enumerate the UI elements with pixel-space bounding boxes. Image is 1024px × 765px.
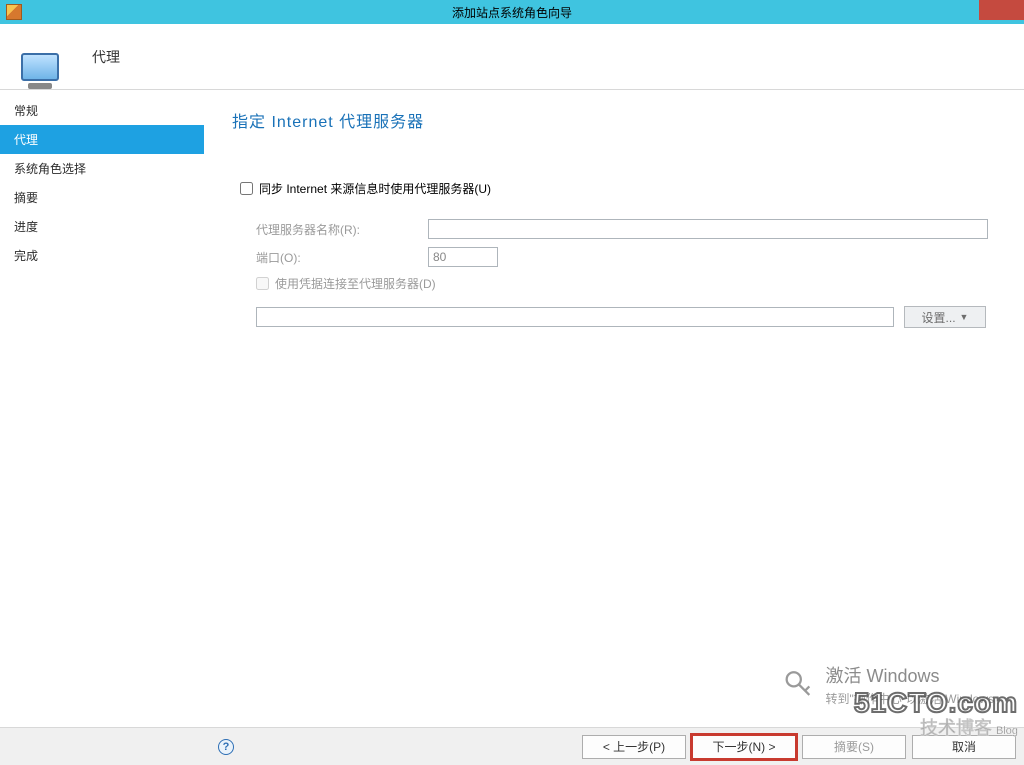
settings-button-label: 设置...	[922, 309, 956, 326]
computer-icon	[16, 33, 64, 81]
use-proxy-label: 同步 Internet 来源信息时使用代理服务器(U)	[259, 180, 491, 197]
window-title: 添加站点系统角色向导	[452, 4, 572, 21]
sidebar-item-progress[interactable]: 进度	[0, 212, 204, 241]
content-panel: 指定 Internet 代理服务器 同步 Internet 来源信息时使用代理服…	[204, 90, 1024, 727]
sidebar: 常规 代理 系统角色选择 摘要 进度 完成	[0, 90, 204, 727]
credentials-row: 设置... ▼	[256, 306, 996, 328]
sidebar-item-label: 进度	[14, 220, 38, 234]
page-title: 代理	[92, 47, 120, 67]
sidebar-item-label: 常规	[14, 104, 38, 118]
content-heading: 指定 Internet 代理服务器	[232, 108, 996, 132]
proxy-name-label: 代理服务器名称(R):	[256, 221, 428, 238]
previous-button[interactable]: < 上一步(P)	[582, 735, 686, 759]
sidebar-item-label: 摘要	[14, 191, 38, 205]
close-button[interactable]	[979, 0, 1024, 20]
use-proxy-checkbox[interactable]	[240, 182, 253, 195]
summary-button[interactable]: 摘要(S)	[802, 735, 906, 759]
sidebar-item-proxy[interactable]: 代理	[0, 125, 204, 154]
titlebar: 添加站点系统角色向导	[0, 0, 1024, 24]
key-icon	[781, 668, 815, 702]
main-area: 常规 代理 系统角色选择 摘要 进度 完成 指定 Internet 代理服务器 …	[0, 90, 1024, 727]
next-button[interactable]: 下一步(N) >	[692, 735, 796, 759]
port-label: 端口(O):	[256, 249, 428, 266]
proxy-fields: 代理服务器名称(R): 端口(O): 使用凭据连接至代理服务器(D)	[256, 219, 996, 292]
sidebar-item-complete[interactable]: 完成	[0, 241, 204, 270]
sidebar-item-general[interactable]: 常规	[0, 96, 204, 125]
sidebar-item-role-selection[interactable]: 系统角色选择	[0, 154, 204, 183]
proxy-name-input[interactable]	[428, 219, 988, 239]
cancel-button-label: 取消	[952, 738, 976, 755]
credentials-input[interactable]	[256, 307, 894, 327]
sidebar-item-label: 完成	[14, 249, 38, 263]
use-credentials-label: 使用凭据连接至代理服务器(D)	[275, 275, 436, 292]
sidebar-item-summary[interactable]: 摘要	[0, 183, 204, 212]
app-icon	[6, 4, 22, 20]
cancel-button[interactable]: 取消	[912, 735, 1016, 759]
use-credentials-checkbox[interactable]	[256, 277, 269, 290]
wizard-header: 代理	[0, 24, 1024, 90]
activation-title: 激活 Windows	[825, 662, 1006, 688]
summary-button-label: 摘要(S)	[834, 738, 874, 755]
windows-activation-watermark: 激活 Windows 转到"操作中心"以激活 Windows。	[781, 662, 1006, 707]
wizard-footer: ? < 上一步(P) 下一步(N) > 摘要(S) 取消	[0, 727, 1024, 765]
chevron-down-icon: ▼	[960, 312, 969, 322]
sidebar-item-label: 代理	[14, 133, 38, 147]
previous-button-label: < 上一步(P)	[603, 738, 665, 755]
settings-button[interactable]: 设置... ▼	[904, 306, 986, 328]
use-proxy-row: 同步 Internet 来源信息时使用代理服务器(U)	[240, 180, 996, 197]
use-credentials-row: 使用凭据连接至代理服务器(D)	[256, 275, 996, 292]
port-input[interactable]	[428, 247, 498, 267]
help-icon[interactable]: ?	[218, 739, 234, 755]
activation-subtitle: 转到"操作中心"以激活 Windows。	[825, 690, 1006, 707]
next-button-label: 下一步(N) >	[712, 738, 775, 755]
sidebar-item-label: 系统角色选择	[14, 162, 86, 176]
